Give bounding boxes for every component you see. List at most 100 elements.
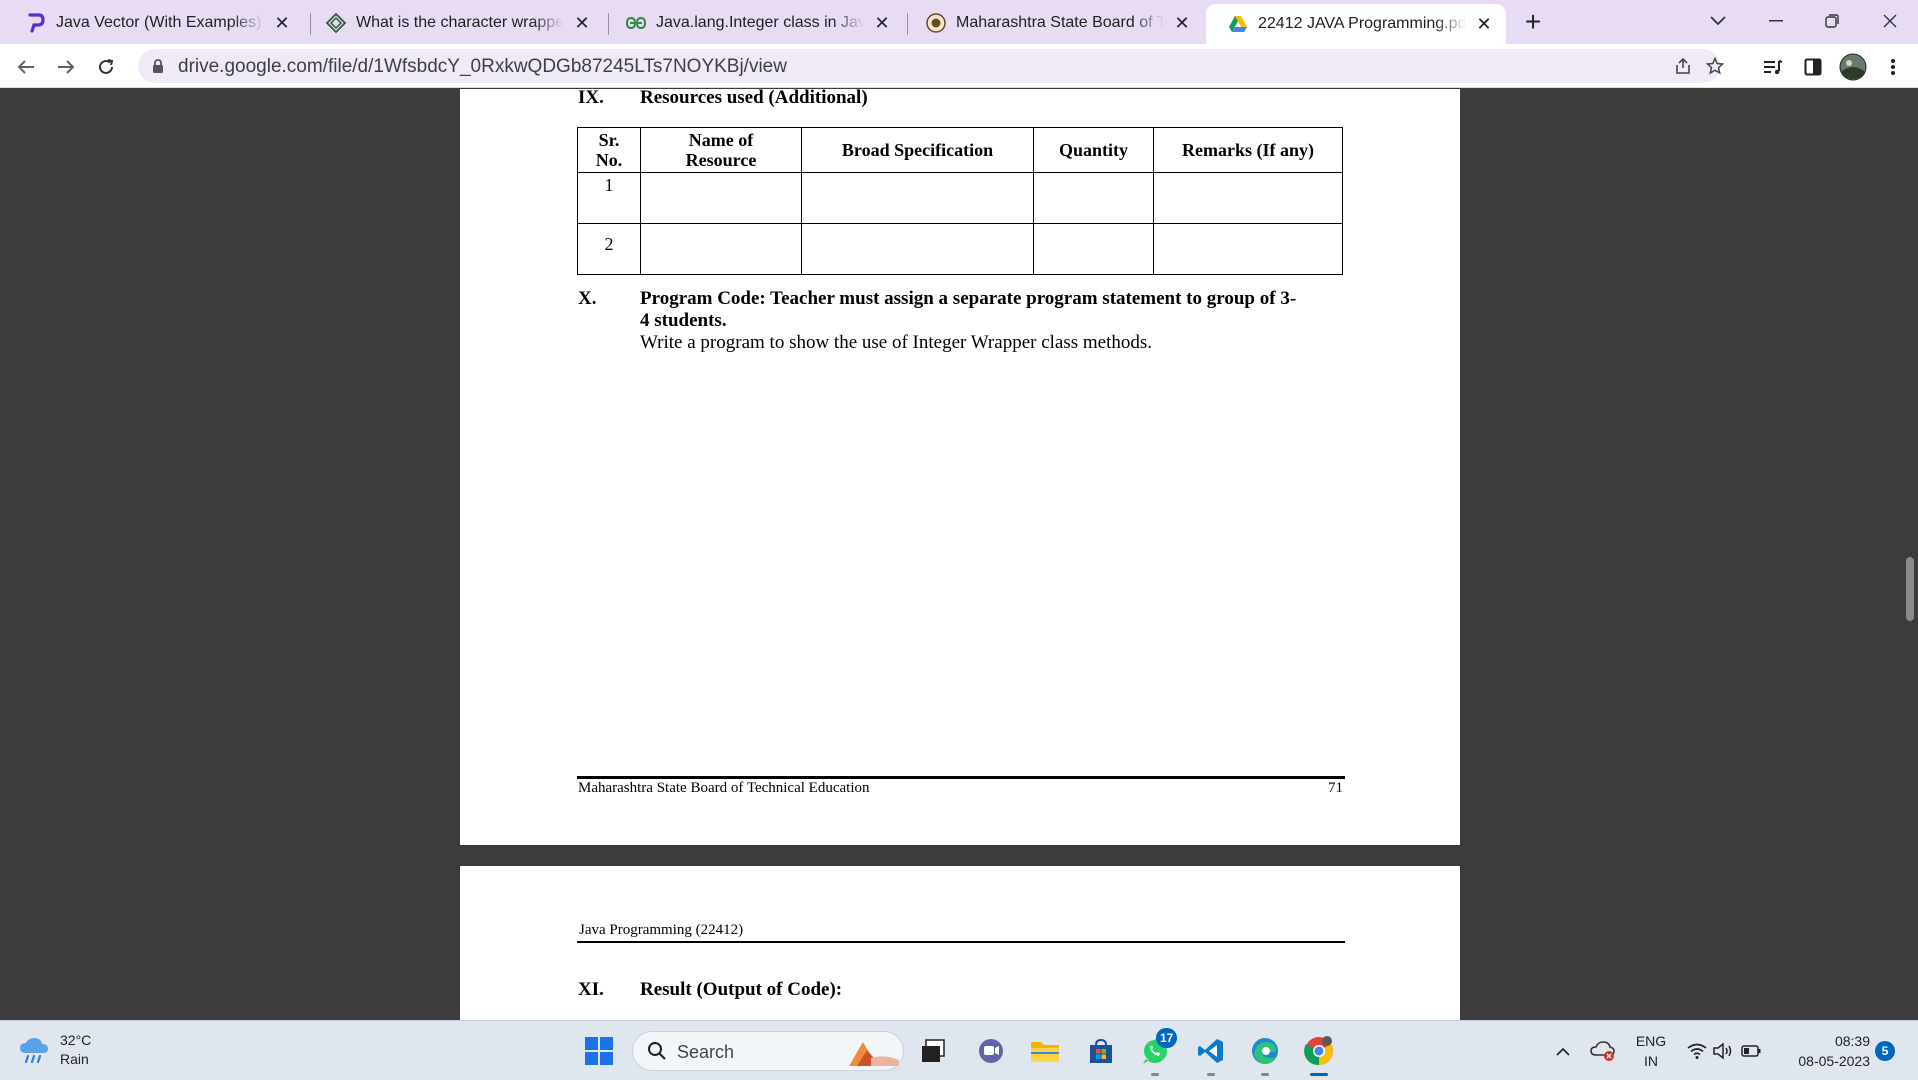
pdf-page: Java Programming (22412) XI. Result (Out… — [460, 866, 1460, 1020]
tab-search-button[interactable] — [1694, 4, 1742, 38]
address-bar[interactable]: drive.google.com/file/d/1WfsbdcY_0RxkwQD… — [138, 49, 1724, 83]
table-row: 1 — [577, 172, 1343, 224]
clock-time: 08:39 — [1834, 1033, 1870, 1049]
section-title-continued: 4 students. — [640, 310, 727, 331]
program-statement: Write a program to show the use of Integ… — [640, 332, 1153, 353]
vscode-button[interactable] — [1194, 1034, 1228, 1068]
table-cell — [640, 172, 802, 224]
pdf-viewer[interactable]: IX. Resources used (Additional) Sr. No. … — [0, 89, 1918, 1020]
taskbar-search[interactable]: Search — [632, 1031, 904, 1071]
table-cell: 1 — [577, 172, 641, 224]
teams-chat-button[interactable] — [974, 1034, 1008, 1068]
close-icon[interactable]: ✕ — [272, 13, 292, 33]
diamond-site-icon — [326, 13, 346, 33]
tab-integer-class[interactable]: Java.lang.Integer class in Java - G ✕ — [604, 6, 904, 40]
weather-temperature: 32°C — [60, 1032, 92, 1048]
running-indicator — [1151, 1073, 1159, 1076]
browser-menu-button[interactable] — [1878, 52, 1908, 82]
start-button[interactable] — [582, 1034, 616, 1068]
forward-button[interactable] — [50, 51, 82, 83]
section-title: Resources used (Additional) — [640, 89, 868, 108]
table-cell — [640, 223, 802, 275]
reading-list-button[interactable] — [1758, 52, 1788, 82]
wifi-icon — [1687, 1043, 1707, 1059]
task-view-button[interactable] — [916, 1034, 950, 1068]
vscode-icon — [1198, 1039, 1223, 1063]
chevron-down-icon — [1710, 16, 1726, 26]
resources-table: Sr. No. Name of Resource Broad Specifica… — [577, 127, 1343, 275]
notification-count-badge[interactable]: 5 — [1875, 1041, 1895, 1061]
close-icon[interactable]: ✕ — [1172, 13, 1192, 33]
close-window-button[interactable] — [1866, 4, 1914, 38]
tab-title: What is the character wrapper cla — [356, 14, 564, 31]
column-header: Sr. No. — [577, 127, 641, 173]
media-queue-icon — [1764, 60, 1783, 75]
close-icon[interactable]: ✕ — [1474, 14, 1494, 34]
restore-icon — [1825, 14, 1839, 28]
microsoft-store-button[interactable] — [1084, 1034, 1118, 1068]
side-panel-icon — [1804, 58, 1822, 76]
tab-strip: Java Vector (With Examples) ✕ What is th… — [0, 0, 1918, 44]
profile-avatar[interactable] — [1838, 52, 1868, 82]
section-number: IX. — [578, 89, 604, 108]
more-vert-icon — [1891, 59, 1895, 75]
windows-logo-icon — [585, 1037, 613, 1065]
tab-title: Java.lang.Integer class in Java - G — [656, 14, 864, 31]
side-panel-button[interactable] — [1798, 52, 1828, 82]
tab-java-pdf[interactable]: 22412 JAVA Programming.pdf - G ✕ — [1206, 4, 1506, 44]
google-drive-icon — [1228, 14, 1248, 34]
close-icon[interactable]: ✕ — [572, 13, 592, 33]
table-cell — [1153, 223, 1343, 275]
close-icon — [1883, 14, 1897, 28]
volume-icon — [1713, 1043, 1732, 1059]
chrome-icon — [1304, 1036, 1333, 1066]
reload-button[interactable] — [90, 51, 122, 83]
page-number: 71 — [1328, 780, 1343, 796]
chrome-button[interactable] — [1302, 1034, 1336, 1068]
close-icon[interactable]: ✕ — [872, 13, 892, 33]
forward-arrow-icon — [58, 60, 75, 74]
restore-button[interactable] — [1808, 4, 1856, 38]
tab-java-vector[interactable]: Java Vector (With Examples) ✕ — [4, 6, 304, 40]
task-view-icon — [922, 1039, 945, 1062]
edge-button[interactable] — [1248, 1034, 1282, 1068]
lock-icon[interactable] — [152, 58, 164, 79]
weather-condition: Rain — [60, 1051, 89, 1067]
input-language[interactable]: ENG IN — [1632, 1031, 1670, 1071]
tab-msbte[interactable]: Maharashtra State Board of Techn ✕ — [904, 6, 1204, 40]
share-icon[interactable] — [1672, 55, 1694, 77]
scrollbar-thumb[interactable] — [1906, 557, 1914, 621]
tab-character-wrapper[interactable]: What is the character wrapper cla ✕ — [304, 6, 604, 40]
table-cell — [801, 223, 1034, 275]
running-indicator — [1207, 1073, 1215, 1076]
programiz-icon — [26, 13, 46, 33]
minimize-button[interactable] — [1752, 4, 1800, 38]
header-divider — [577, 941, 1345, 943]
clock-date: 08-05-2023 — [1798, 1053, 1870, 1069]
browser-toolbar: drive.google.com/file/d/1WfsbdcY_0RxkwQD… — [0, 44, 1918, 88]
geeksforgeeks-icon — [626, 13, 646, 33]
back-button[interactable] — [10, 51, 42, 83]
search-placeholder: Search — [677, 1042, 735, 1062]
active-app-indicator — [1310, 1073, 1328, 1076]
show-hidden-icons-button[interactable] — [1546, 1034, 1580, 1068]
rain-cloud-icon — [20, 1038, 48, 1064]
quick-settings-button[interactable] — [1684, 1034, 1764, 1068]
tab-title: Maharashtra State Board of Techn — [956, 14, 1164, 31]
footer-divider — [577, 776, 1345, 779]
onedrive-status[interactable] — [1586, 1034, 1620, 1068]
section-title: Program Code: Teacher must assign a sepa… — [640, 288, 1297, 309]
url-text[interactable]: drive.google.com/file/d/1WfsbdcY_0RxkwQD… — [178, 56, 787, 78]
table-cell — [1033, 172, 1154, 224]
table-cell — [801, 172, 1034, 224]
table-cell: 2 — [577, 223, 641, 275]
pdf-page: IX. Resources used (Additional) Sr. No. … — [460, 89, 1460, 845]
clock[interactable]: 08:39 08-05-2023 — [1780, 1031, 1870, 1071]
bookmark-star-icon[interactable] — [1704, 55, 1726, 77]
table-cell — [1153, 172, 1343, 224]
weather-widget[interactable]: 32°C Rain — [18, 1031, 91, 1069]
cloud-error-icon — [1590, 1041, 1615, 1061]
new-tab-button[interactable]: + — [1518, 8, 1548, 38]
folder-icon — [1031, 1042, 1059, 1062]
file-explorer-button[interactable] — [1028, 1034, 1062, 1068]
